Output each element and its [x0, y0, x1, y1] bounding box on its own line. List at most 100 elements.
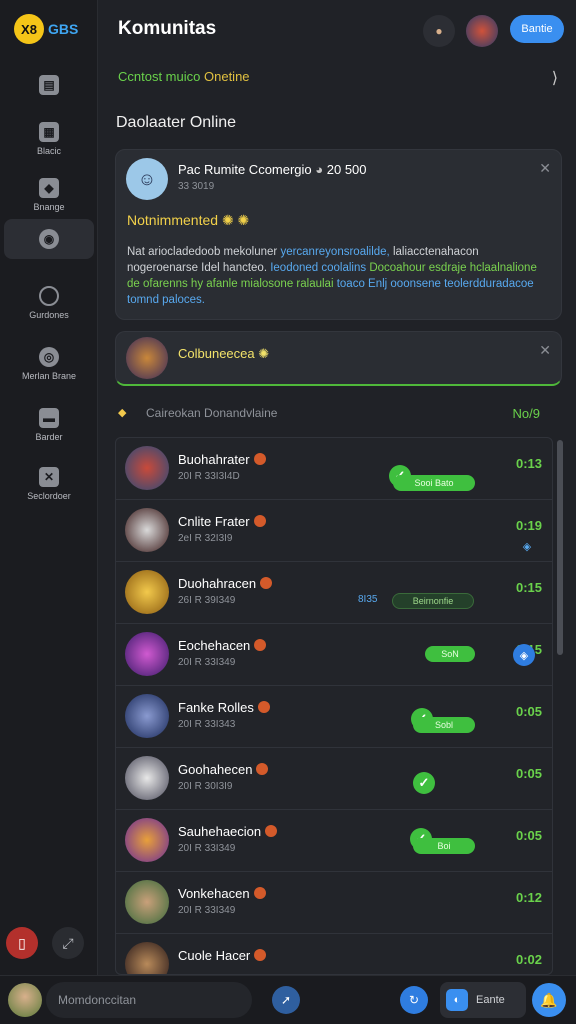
- extra-value: 8I35: [358, 594, 378, 605]
- post-author-name: Pac Rumite Ccomergio: [178, 162, 312, 177]
- avatar: [125, 942, 169, 974]
- filter-label-green: Ccntost muico: [118, 69, 201, 84]
- status-dot: [257, 701, 270, 713]
- app-logo[interactable]: X8 GBS: [14, 14, 78, 44]
- list-item[interactable]: Duohahracen 26I R 39I349 8I35 Beirnonfie…: [116, 562, 552, 624]
- list-scrollbar[interactable]: [557, 440, 563, 655]
- expand-icon: ⤢: [62, 934, 74, 951]
- sidebar-item-gurdones[interactable]: Gurdones: [4, 280, 94, 326]
- avatar: [125, 818, 169, 862]
- alert-icon: ▯: [18, 934, 26, 951]
- user-meta: 20I R 33I349: [178, 843, 236, 854]
- expand-button[interactable]: ⤢: [52, 927, 84, 959]
- status-dot: [254, 639, 267, 651]
- user-meta: 20I R 30I3I9: [178, 781, 233, 792]
- app-chip-label: Eante: [476, 994, 505, 1006]
- sidebar-item-label: Merlan Brane: [21, 371, 77, 381]
- person-icon: ●: [435, 24, 443, 38]
- online-time: 0:02: [515, 952, 542, 967]
- sidebar-item-documents[interactable]: ▤: [4, 62, 94, 108]
- notice-card: Colbuneecea ✺ ✕: [115, 331, 562, 386]
- post-avatar[interactable]: ☺: [126, 158, 168, 200]
- sidebar-item-bnange[interactable]: ◆ Bnange: [4, 172, 94, 218]
- status-badge[interactable]: Sobl: [413, 717, 475, 733]
- user-meta: 2eI R 32I3I9: [178, 533, 233, 544]
- notice-text: Colbuneecea ✺: [178, 346, 269, 362]
- refresh-icon[interactable]: ↻: [400, 986, 428, 1014]
- avatar[interactable]: [8, 983, 42, 1017]
- list-item[interactable]: Fanke Rolles 20I R 33I343 ✓ Sobl 0:05: [116, 686, 552, 748]
- compass-icon[interactable]: ➚: [272, 986, 300, 1014]
- post-badge-label: Notnimmented: [127, 212, 219, 228]
- user-meta: 20I R 33I3I4D: [178, 471, 240, 482]
- list-item[interactable]: Vonkehacen 20I R 33I349 0:12: [116, 872, 552, 934]
- expand-chevron-icon[interactable]: ⟩: [552, 68, 558, 88]
- list-item[interactable]: Sauhehaecion 20I R 33I349 ✓ Boi 0:05: [116, 810, 552, 872]
- avatar: [125, 756, 169, 800]
- status-badge[interactable]: Boi: [413, 838, 475, 854]
- list-item[interactable]: Buohahrater 20I R 33I3I4D ✓ Sooi Bato 0:…: [116, 438, 552, 500]
- list-item[interactable]: Cuole Hacer 0:02: [116, 934, 552, 974]
- list-item[interactable]: Goohahecen 20I R 30I3I9 ✓ 0:05: [116, 748, 552, 810]
- user-meta: 26I R 39I349: [178, 595, 236, 606]
- post-body: Nat ariocladedoob mekoluner yercanreyons…: [127, 244, 547, 308]
- online-time: 0:05: [515, 828, 542, 843]
- post-body-link[interactable]: yercanreyonsroalilde,: [280, 246, 389, 258]
- user-meta: 20I R 33I343: [178, 719, 236, 730]
- status-badge[interactable]: Sooi Bato: [393, 475, 475, 491]
- alert-button[interactable]: ▯: [6, 927, 38, 959]
- user-meta: 20I R 33I349: [178, 657, 236, 668]
- online-count: No/9: [512, 406, 540, 421]
- folder-icon: ▬: [39, 408, 59, 428]
- sidebar-item-seclordoer[interactable]: ✕ Seclordoer: [4, 461, 94, 507]
- post-author[interactable]: Pac Rumite Ccomergio ◕ 20 500: [178, 162, 367, 177]
- notification-bell-icon[interactable]: 🔔: [532, 983, 566, 1017]
- sidebar-item-merlan-brane[interactable]: ◎ Merlan Brane: [4, 341, 94, 387]
- user-name: Sauhehaecion: [178, 824, 278, 839]
- user-name: Duohahracen: [178, 576, 273, 591]
- status-dot: [254, 949, 267, 961]
- status-dot: [253, 453, 266, 465]
- online-list: Buohahrater 20I R 33I3I4D ✓ Sooi Bato 0:…: [115, 437, 553, 975]
- notice-avatar[interactable]: [126, 337, 168, 379]
- document-icon: ▤: [39, 75, 59, 95]
- post-card: ☺ Pac Rumite Ccomergio ◕ 20 500 33 3019 …: [115, 149, 562, 320]
- user-name: Cuole Hacer: [178, 948, 267, 963]
- status-dot: [265, 825, 278, 837]
- sidebar-item-blacic[interactable]: ▦ Blacic: [4, 116, 94, 162]
- swap-icon: ✕: [39, 467, 59, 487]
- shield-icon[interactable]: ◈: [513, 644, 535, 666]
- user-name: Eochehacen: [178, 638, 267, 653]
- list-item[interactable]: Eochehacen 20I R 33I349 SoN 0:15 ◈: [116, 624, 552, 686]
- filter-row[interactable]: Ccntost muico Onetine ⟩: [118, 68, 562, 90]
- profile-avatar[interactable]: [466, 15, 498, 47]
- shield-icon[interactable]: ◈: [519, 538, 535, 554]
- target-icon: ◉: [39, 229, 59, 249]
- close-icon[interactable]: ✕: [539, 160, 551, 177]
- online-time: 0:13: [515, 456, 542, 471]
- check-icon: ✓: [413, 772, 435, 794]
- online-time: 0:05: [515, 704, 542, 719]
- post-meta: 33 3019: [178, 181, 215, 192]
- header-action-button[interactable]: Bantie: [510, 15, 564, 43]
- page-title: Komunitas: [118, 18, 217, 39]
- avatar: [125, 632, 169, 676]
- online-time: 0:05: [515, 766, 542, 781]
- user-avatar[interactable]: ●: [423, 15, 455, 47]
- app-chip[interactable]: ◐ Eante: [440, 982, 526, 1018]
- status-badge[interactable]: SoN: [425, 646, 475, 662]
- status-dot: [256, 763, 269, 775]
- post-body-link[interactable]: Ieodoned coolalins: [270, 262, 366, 274]
- message-input[interactable]: Momdonccitan: [46, 982, 252, 1018]
- status-badge[interactable]: Beirnonfie: [392, 593, 474, 609]
- list-item[interactable]: Cnlite Frater 2eI R 32I3I9 0:19 ◈: [116, 500, 552, 562]
- app-icon: ◐: [446, 989, 468, 1011]
- emoji-icon: ◕: [315, 162, 327, 177]
- user-name: Buohahrater: [178, 452, 266, 467]
- book-icon: ▦: [39, 122, 59, 142]
- online-list-header: ◆ Caireokan Donandvlaine No/9: [118, 404, 562, 426]
- sidebar-item-active[interactable]: ◉: [4, 219, 94, 259]
- sidebar-item-barder[interactable]: ▬ Barder: [4, 402, 94, 448]
- close-icon[interactable]: ✕: [539, 342, 551, 359]
- star-icon: ✺: [258, 346, 270, 361]
